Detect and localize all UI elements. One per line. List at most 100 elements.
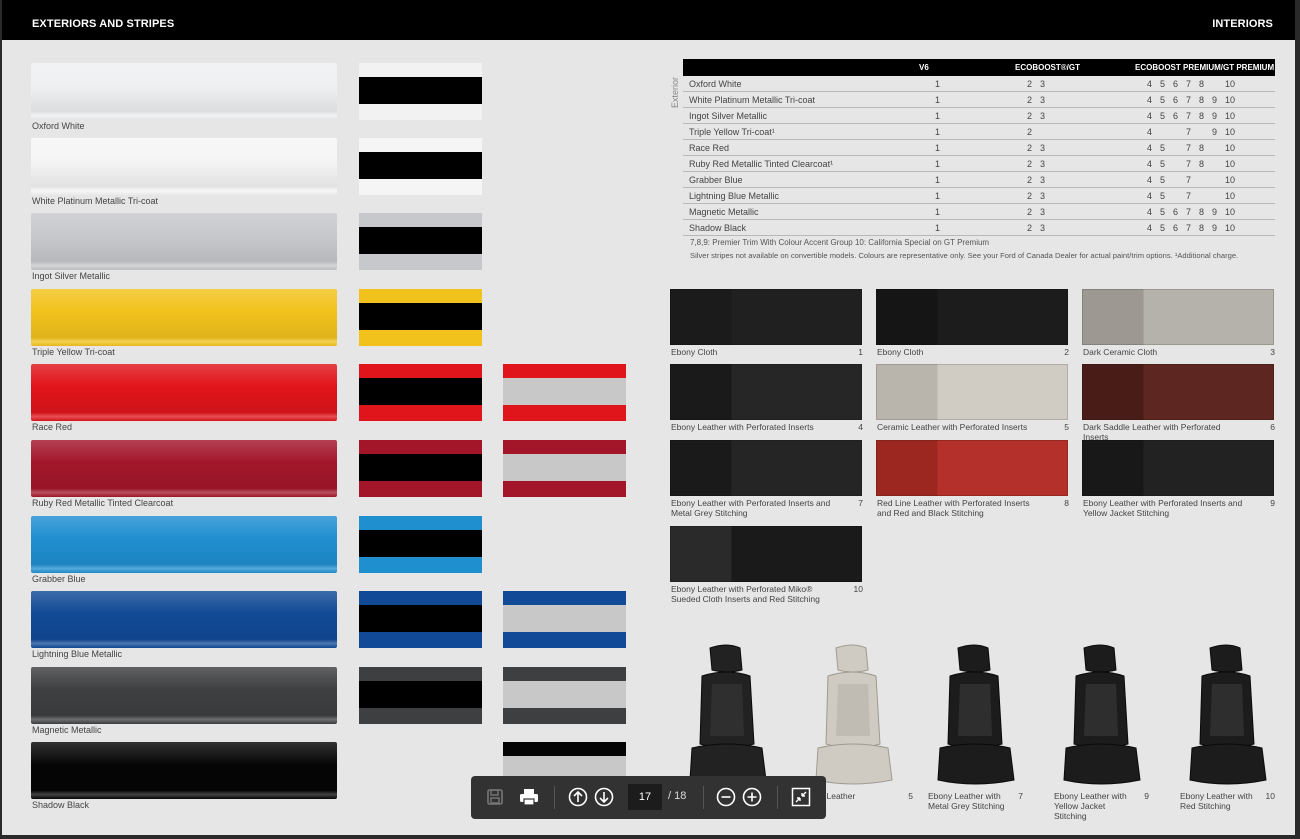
interior-swatch xyxy=(670,364,862,420)
trim-number: 3 xyxy=(1040,110,1046,121)
trim-number: 9 xyxy=(1212,94,1218,105)
trim-number: 4 xyxy=(1147,94,1153,105)
trim-color-name: Shadow Black xyxy=(683,219,919,236)
trim-number xyxy=(1160,127,1173,137)
exterior-color-name: Triple Yellow Tri-coat xyxy=(32,347,115,357)
previous-page-button[interactable] xyxy=(566,785,590,809)
trim-v6-value: 1 xyxy=(919,203,1015,220)
header-premium: ECOBOOST PREMIUM/GT PREMIUM xyxy=(1135,59,1275,76)
trim-number: 10 xyxy=(1225,222,1236,233)
exterior-swatch xyxy=(31,516,337,573)
trim-color-name: White Platinum Metallic Tri-coat xyxy=(683,91,919,108)
trim-number xyxy=(1173,159,1186,169)
save-button[interactable] xyxy=(483,785,507,809)
trim-row: Ingot Silver Metallic 1 2 3 4 5 6 7 8 9 10 xyxy=(683,107,1275,124)
header-bar: EXTERIORS AND STRIPES INTERIORS xyxy=(2,0,1295,40)
exterior-color-name: Ingot Silver Metallic xyxy=(32,271,111,281)
stripe-swatch xyxy=(359,138,482,195)
stripe-swatch xyxy=(359,364,482,421)
trim-number: 10 xyxy=(1225,110,1236,121)
trim-number xyxy=(1212,159,1225,169)
trim-number: 3 xyxy=(1040,78,1046,89)
stripe-band xyxy=(359,378,482,405)
interior-swatch xyxy=(670,289,862,345)
trim-number: 5 xyxy=(1160,190,1166,201)
stripe-swatch xyxy=(503,364,626,421)
stripe-swatch xyxy=(503,591,626,648)
seat-image xyxy=(689,644,767,785)
zoom-in-button[interactable] xyxy=(740,785,764,809)
trim-v6-value: 1 xyxy=(919,187,1015,204)
seat-name: Ebony Leather with Yellow Jacket Stitchi… xyxy=(1054,791,1127,821)
header-blank xyxy=(683,59,919,76)
exterior-color-name: Ruby Red Metallic Tinted Clearcoat xyxy=(32,498,174,508)
exterior-color-name: Grabber Blue xyxy=(32,574,86,584)
exterior-swatch xyxy=(31,289,337,346)
trim-ecoboost-values: 23 xyxy=(1015,107,1135,124)
trim-v6-value: 1 xyxy=(919,91,1015,108)
seat-number: 10 xyxy=(1265,791,1275,801)
trim-number xyxy=(1173,191,1186,201)
interior-name: Ebony Cloth xyxy=(877,347,924,357)
exterior-color-name: Magnetic Metallic xyxy=(32,725,102,735)
stripe-band xyxy=(359,681,482,708)
exterior-color-name: Lightning Blue Metallic xyxy=(32,649,123,659)
exterior-swatch xyxy=(31,667,337,724)
trim-premium-values: 4 5 7 10 xyxy=(1135,187,1275,204)
toolbar-divider xyxy=(703,786,704,809)
stripe-swatch xyxy=(359,213,482,270)
stripe-band xyxy=(359,454,482,481)
trim-number: 3 xyxy=(1040,222,1046,233)
page-number-input[interactable] xyxy=(628,784,662,810)
trim-number xyxy=(1199,191,1212,201)
trim-ecoboost-values: 23 xyxy=(1015,203,1135,220)
trim-number: 6 xyxy=(1173,222,1179,233)
trim-number: 6 xyxy=(1173,206,1179,217)
interior-number: 10 xyxy=(853,584,863,594)
next-page-button[interactable] xyxy=(592,785,616,809)
trim-premium-values: 4 5 6 7 8 10 xyxy=(1135,76,1275,92)
trim-number xyxy=(1212,143,1225,153)
seat-name: ic Leather xyxy=(818,791,856,801)
interior-swatch xyxy=(1082,440,1274,496)
trim-number: 4 xyxy=(1147,142,1153,153)
exterior-color-name: Race Red xyxy=(32,422,73,432)
interior-number: 4 xyxy=(858,422,863,432)
print-icon xyxy=(520,789,538,806)
zoom-out-button[interactable] xyxy=(714,785,738,809)
interior-number: 3 xyxy=(1270,347,1275,357)
interior-swatch xyxy=(1082,364,1274,420)
interior-number: 7 xyxy=(858,498,863,508)
zoom-out-icon xyxy=(716,787,736,807)
interior-name: Ebony Leather with Perforated Inserts an… xyxy=(1083,498,1243,518)
trim-number: 7 xyxy=(1186,158,1192,169)
trim-number: 8 xyxy=(1199,142,1205,153)
trim-number: 8 xyxy=(1199,158,1205,169)
trim-number: 5 xyxy=(1160,94,1166,105)
trim-v6-value: 1 xyxy=(919,76,1015,92)
interior-swatch xyxy=(876,440,1068,496)
trim-color-name: Ingot Silver Metallic xyxy=(683,107,919,124)
trim-ecoboost-values: 23 xyxy=(1015,91,1135,108)
exterior-swatch xyxy=(31,364,337,421)
interior-label: Ebony Cloth 1 xyxy=(671,347,863,357)
trim-number: 5 xyxy=(1160,110,1166,121)
arrow-down-circle-icon xyxy=(594,787,614,807)
stripe-swatch xyxy=(359,63,482,120)
stripe-band xyxy=(503,605,626,632)
interior-swatch xyxy=(876,289,1068,345)
trim-number: 9 xyxy=(1212,222,1218,233)
trim-number xyxy=(1173,143,1186,153)
header-v6: V6 xyxy=(919,59,1015,76)
header-ecoboost: ECOBOOST®/GT xyxy=(1015,59,1135,76)
exterior-swatch xyxy=(31,591,337,648)
exterior-swatch xyxy=(31,138,337,195)
trim-table-header: V6 ECOBOOST®/GT ECOBOOST PREMIUM/GT PREM… xyxy=(683,59,1275,76)
trim-number: 6 xyxy=(1173,94,1179,105)
interior-label: Dark Saddle Leather with Perforated Inse… xyxy=(1083,422,1275,442)
fit-page-button[interactable] xyxy=(789,785,813,809)
trim-ecoboost-values: 23 xyxy=(1015,155,1135,172)
pdf-toolbar: / 18 xyxy=(471,776,826,819)
trim-note-1: 7,8,9: Premier Trim With Colour Accent G… xyxy=(690,238,990,247)
print-button[interactable] xyxy=(517,785,541,809)
